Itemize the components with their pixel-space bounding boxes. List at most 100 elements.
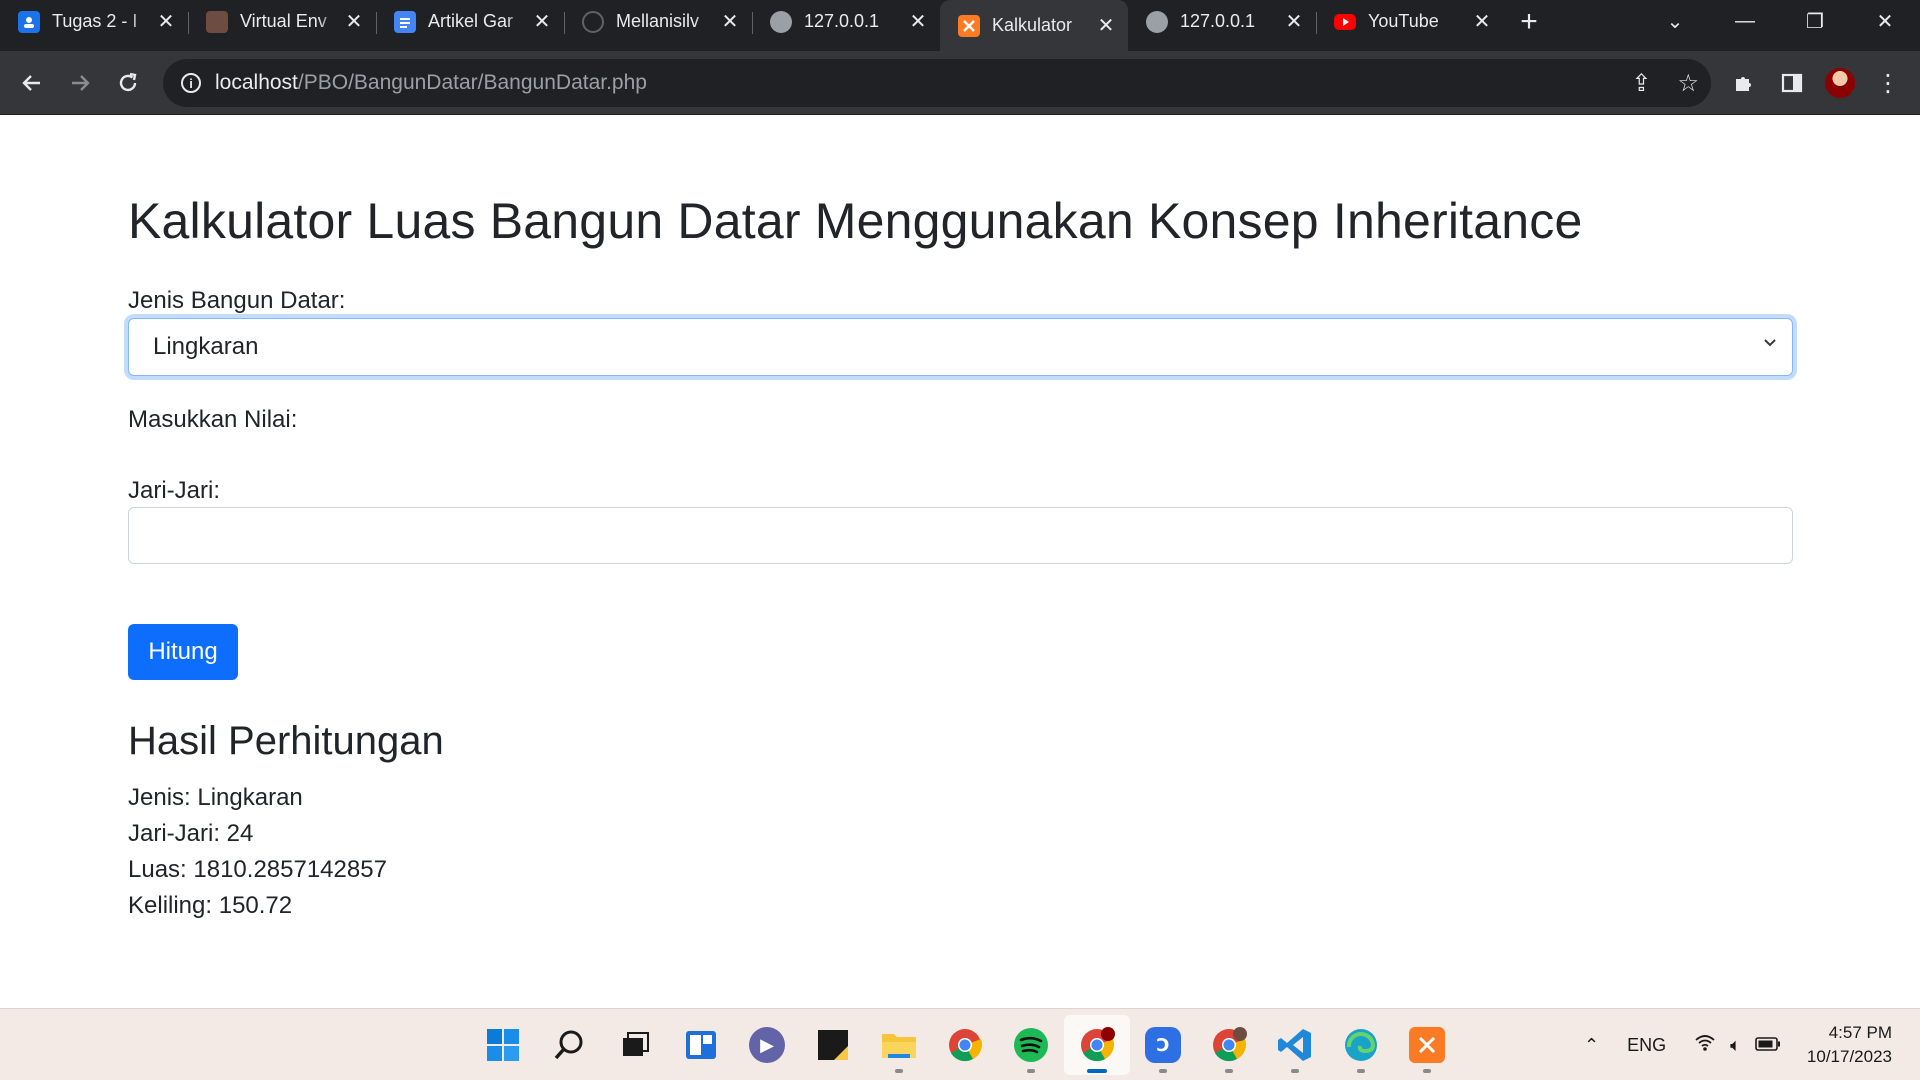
back-button[interactable] bbox=[8, 59, 56, 107]
chrome-profile-p-button[interactable] bbox=[1196, 1015, 1262, 1075]
tab-0[interactable]: Tugas 2 - I ✕ bbox=[0, 0, 188, 43]
volume-icon[interactable]: 🔈︎ bbox=[1730, 1035, 1741, 1056]
widgets-button[interactable] bbox=[668, 1015, 734, 1075]
shape-type-select[interactable]: Lingkaran bbox=[128, 318, 1793, 376]
close-icon[interactable]: ✕ bbox=[908, 9, 928, 34]
language-indicator[interactable]: ENG bbox=[1627, 1035, 1666, 1056]
edge-icon bbox=[1345, 1029, 1377, 1061]
tab-title: 127.0.0.1 bbox=[804, 11, 880, 31]
xampp-button[interactable] bbox=[1394, 1015, 1460, 1075]
chrome-profile-p-icon bbox=[1213, 1027, 1247, 1062]
url-path: /PBO/BangunDatar/BangunDatar.php bbox=[297, 71, 647, 94]
tab-7[interactable]: YouTube ✕ bbox=[1316, 0, 1504, 43]
avatar bbox=[1825, 68, 1855, 98]
wifi-icon[interactable] bbox=[1694, 1034, 1716, 1057]
battery-icon[interactable] bbox=[1755, 1035, 1781, 1056]
windows-taskbar: ▶ Ↄ ⌃ ENG 🔈︎ 4:57 PM 10/17/2023 bbox=[0, 1008, 1920, 1080]
window-controls: ⌄ — ❐ ✕ bbox=[1640, 0, 1920, 42]
site-info-icon[interactable]: i bbox=[181, 73, 201, 93]
teams-chat-icon: ▶ bbox=[749, 1027, 785, 1063]
radius-label: Jari-Jari: bbox=[128, 477, 221, 504]
side-panel-icon[interactable] bbox=[1768, 59, 1816, 107]
chrome-menu-icon[interactable]: ⋮ bbox=[1864, 59, 1912, 107]
sticky-notes-button[interactable] bbox=[800, 1015, 866, 1075]
tab-2[interactable]: Artikel Gar ✕ bbox=[376, 0, 564, 43]
teams-chat-button[interactable]: ▶ bbox=[734, 1015, 800, 1075]
file-explorer-button[interactable] bbox=[866, 1015, 932, 1075]
restore-icon[interactable]: ❐ bbox=[1780, 9, 1850, 34]
edge-button[interactable] bbox=[1328, 1015, 1394, 1075]
calculate-button[interactable]: Hitung bbox=[128, 624, 238, 680]
search-icon bbox=[554, 1030, 583, 1060]
github-icon bbox=[582, 10, 604, 33]
chrome-profile-button[interactable] bbox=[1064, 1015, 1130, 1075]
minimize-icon[interactable]: — bbox=[1710, 10, 1780, 33]
bookmark-star-icon[interactable]: ☆ bbox=[1677, 69, 1699, 98]
clock-time: 4:57 PM bbox=[1828, 1023, 1892, 1042]
globe-icon bbox=[1146, 10, 1168, 33]
taskbar-apps: ▶ Ↄ bbox=[470, 1009, 1460, 1080]
tab-4[interactable]: 127.0.0.1 ✕ bbox=[752, 0, 940, 43]
vscode-icon bbox=[1278, 1029, 1311, 1061]
windows-start-icon bbox=[487, 1029, 519, 1061]
result-circumference: Keliling: 150.72 bbox=[128, 892, 293, 919]
reload-button[interactable] bbox=[104, 59, 152, 107]
reload-icon bbox=[119, 72, 137, 91]
running-indicator bbox=[1291, 1069, 1299, 1073]
result-radius: Jari-Jari: 24 bbox=[128, 820, 254, 847]
tab-3[interactable]: Mellanisilv ✕ bbox=[564, 0, 752, 43]
close-icon[interactable]: ✕ bbox=[532, 9, 552, 34]
clock[interactable]: 4:57 PM 10/17/2023 bbox=[1807, 1021, 1892, 1069]
running-indicator bbox=[1225, 1069, 1233, 1073]
tab-search-chevron-icon[interactable]: ⌄ bbox=[1640, 9, 1710, 34]
file-explorer-icon bbox=[882, 1034, 916, 1058]
widgets-icon bbox=[686, 1031, 716, 1059]
xampp-icon bbox=[1409, 1027, 1445, 1063]
task-view-button[interactable] bbox=[602, 1015, 668, 1075]
shape-type-selected: Lingkaran bbox=[153, 333, 259, 360]
tab-title: Virtual Env bbox=[240, 11, 327, 31]
search-button[interactable] bbox=[536, 1015, 602, 1075]
tab-1[interactable]: Virtual Env ✕ bbox=[188, 0, 376, 43]
result-title: Hasil Perhitungan bbox=[128, 719, 444, 763]
chevron-down-icon bbox=[1764, 339, 1776, 347]
forward-button[interactable] bbox=[56, 59, 104, 107]
close-icon[interactable]: ✕ bbox=[1284, 9, 1304, 34]
close-icon[interactable]: ✕ bbox=[1096, 13, 1116, 38]
chevron-up-icon[interactable]: ⌃ bbox=[1584, 1035, 1599, 1056]
profile-avatar[interactable] bbox=[1816, 59, 1864, 107]
chrome-profile-icon bbox=[1081, 1027, 1115, 1062]
app-icon: Ↄ bbox=[1145, 1027, 1181, 1063]
youtube-icon bbox=[1334, 13, 1356, 30]
value-section-label: Masukkan Nilai: bbox=[128, 406, 298, 433]
close-icon[interactable]: ✕ bbox=[720, 9, 740, 34]
globe-icon bbox=[770, 10, 792, 33]
tab-title: Mellanisilv bbox=[616, 11, 700, 31]
running-indicator bbox=[1027, 1069, 1035, 1073]
close-icon[interactable]: ✕ bbox=[156, 9, 176, 34]
page-title: Kalkulator Luas Bangun Datar Menggunakan… bbox=[128, 193, 1583, 249]
tab-5-active[interactable]: Kalkulator ✕ bbox=[940, 0, 1128, 51]
vscode-button[interactable] bbox=[1262, 1015, 1328, 1075]
tab-title: YouTube bbox=[1368, 11, 1439, 31]
chrome-button[interactable] bbox=[932, 1015, 998, 1075]
sticky-notes-icon bbox=[818, 1030, 848, 1060]
result-shape: Jenis: Lingkaran bbox=[128, 784, 303, 811]
back-arrow-icon bbox=[22, 74, 40, 91]
share-icon[interactable]: ⇪ bbox=[1631, 69, 1651, 98]
chrome-icon bbox=[949, 1029, 983, 1062]
new-tab-button[interactable]: + bbox=[1504, 0, 1554, 43]
google-docs-icon bbox=[394, 10, 416, 33]
app-button[interactable]: Ↄ bbox=[1130, 1015, 1196, 1075]
classroom-icon bbox=[18, 10, 40, 33]
close-icon[interactable]: ✕ bbox=[344, 9, 364, 34]
start-button[interactable] bbox=[470, 1015, 536, 1075]
radius-input[interactable] bbox=[128, 507, 1793, 564]
address-bar[interactable]: i localhost/PBO/BangunDatar/BangunDatar.… bbox=[163, 59, 1711, 107]
close-icon[interactable]: ✕ bbox=[1472, 9, 1492, 34]
extensions-puzzle-icon[interactable] bbox=[1720, 59, 1768, 107]
window-close-icon[interactable]: ✕ bbox=[1850, 9, 1920, 34]
tab-6[interactable]: 127.0.0.1 ✕ bbox=[1128, 0, 1316, 43]
task-view-icon bbox=[623, 1032, 649, 1056]
spotify-button[interactable] bbox=[998, 1015, 1064, 1075]
